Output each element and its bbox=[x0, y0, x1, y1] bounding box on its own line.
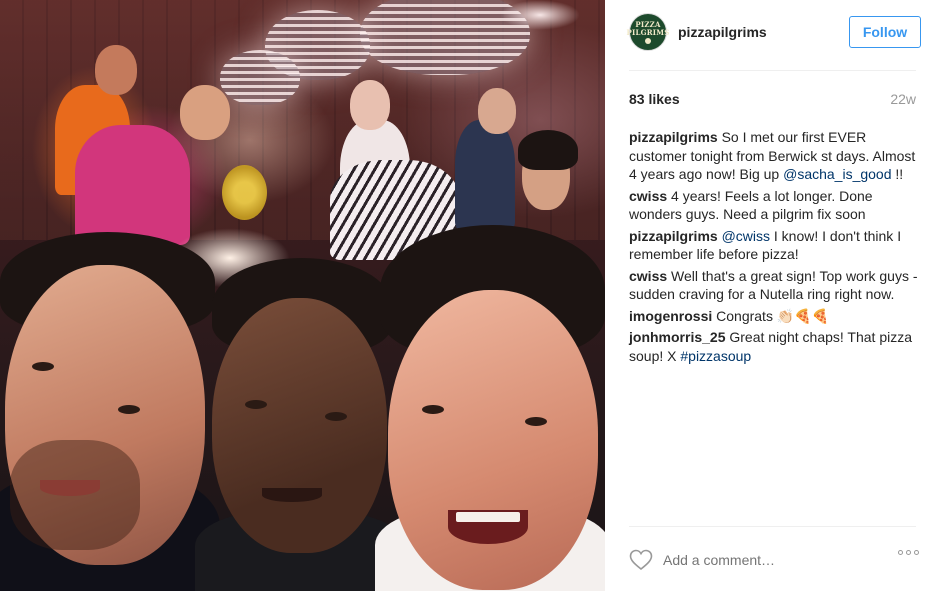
comment-author[interactable]: cwiss bbox=[629, 188, 667, 204]
post-sidebar: PIZZA PILGRIMS pizzapilgrims Follow 83 l… bbox=[605, 0, 938, 591]
comment: cwiss 4 years! Feels a lot longer. Done … bbox=[629, 187, 919, 224]
comment-footer bbox=[629, 546, 919, 574]
avatar[interactable]: PIZZA PILGRIMS bbox=[626, 13, 670, 51]
post-photo[interactable] bbox=[0, 0, 605, 591]
person-face bbox=[388, 290, 598, 590]
person-face bbox=[212, 298, 387, 553]
comment-author[interactable]: cwiss bbox=[629, 268, 667, 284]
add-comment-input[interactable] bbox=[663, 552, 883, 568]
comment: pizzapilgrims @cwiss I know! I don't thi… bbox=[629, 227, 919, 264]
comment-author[interactable]: pizzapilgrims bbox=[629, 228, 718, 244]
comment-author[interactable]: pizzapilgrims bbox=[629, 129, 718, 145]
comment-text: !! bbox=[891, 166, 904, 182]
pendant-lamp bbox=[220, 50, 300, 105]
comment-author[interactable]: jonhmorris_25 bbox=[629, 329, 725, 345]
divider bbox=[629, 70, 916, 71]
username-link[interactable]: pizzapilgrims bbox=[678, 24, 767, 40]
comment: pizzapilgrims So I met our first EVER cu… bbox=[629, 128, 919, 184]
post-header: PIZZA PILGRIMS pizzapilgrims Follow bbox=[626, 10, 921, 54]
comment-text: Well that's a great sign! Top work guys … bbox=[629, 267, 918, 303]
follow-button[interactable]: Follow bbox=[849, 16, 921, 48]
mention-link[interactable]: @sacha_is_good bbox=[783, 166, 891, 182]
hashtag-link[interactable]: #pizzasoup bbox=[680, 348, 751, 364]
post-age[interactable]: 22w bbox=[890, 91, 916, 107]
divider bbox=[629, 526, 916, 527]
heart-outline-icon[interactable] bbox=[629, 549, 653, 571]
more-options-icon[interactable] bbox=[898, 550, 919, 555]
comment-text: Congrats 👏🏻🍕🍕 bbox=[716, 307, 830, 324]
comment-author[interactable]: imogenrossi bbox=[629, 308, 712, 324]
like-count[interactable]: 83 likes bbox=[629, 91, 680, 107]
mention-link[interactable]: @cwiss bbox=[722, 228, 770, 244]
comment: imogenrossi Congrats 👏🏻🍕🍕 bbox=[629, 307, 919, 326]
comment: jonhmorris_25 Great night chaps! That pi… bbox=[629, 328, 919, 365]
comment-list: pizzapilgrims So I met our first EVER cu… bbox=[629, 128, 919, 368]
comment: cwiss Well that's a great sign! Top work… bbox=[629, 267, 919, 304]
logo-mark-icon bbox=[645, 37, 651, 44]
avatar-text: PILGRIMS bbox=[626, 27, 670, 37]
